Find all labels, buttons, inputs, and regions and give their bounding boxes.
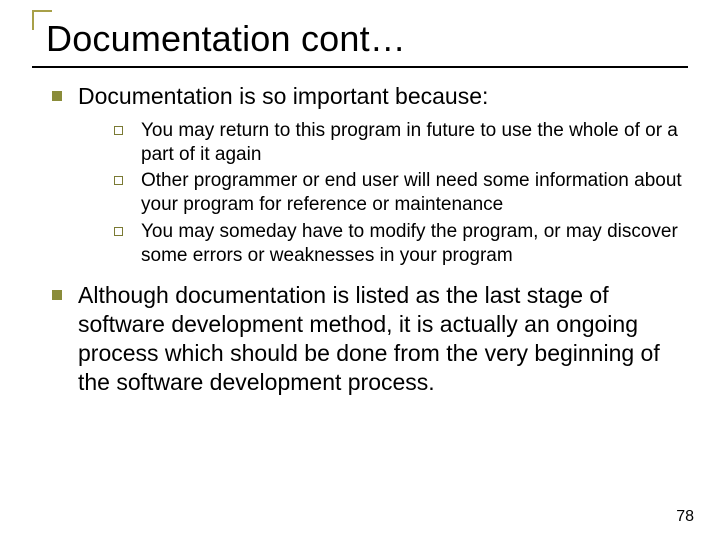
square-bullet-icon xyxy=(52,91,62,101)
sub-bullet-text: Other programmer or end user will need s… xyxy=(141,169,682,217)
bullet-level2: Other programmer or end user will need s… xyxy=(114,169,682,217)
bullet-level2: You may someday have to modify the progr… xyxy=(114,220,682,268)
slide: Documentation cont… Documentation is so … xyxy=(0,0,720,540)
bullet-level1: Although documentation is listed as the … xyxy=(52,281,682,396)
slide-body: Documentation is so important because: Y… xyxy=(32,82,688,396)
page-number: 78 xyxy=(676,508,694,526)
bullet-level2: You may return to this program in future… xyxy=(114,119,682,167)
open-square-bullet-icon xyxy=(114,227,123,236)
bullet-level1: Documentation is so important because: xyxy=(52,82,682,111)
sub-bullet-text: You may return to this program in future… xyxy=(141,119,682,167)
title-corner-accent xyxy=(32,10,52,30)
sub-bullet-list: You may return to this program in future… xyxy=(114,119,682,268)
bullet-text: Documentation is so important because: xyxy=(78,82,488,111)
slide-title: Documentation cont… xyxy=(46,18,688,60)
square-bullet-icon xyxy=(52,290,62,300)
title-container: Documentation cont… xyxy=(32,18,688,68)
sub-bullet-text: You may someday have to modify the progr… xyxy=(141,220,682,268)
open-square-bullet-icon xyxy=(114,126,123,135)
bullet-text: Although documentation is listed as the … xyxy=(78,281,682,396)
open-square-bullet-icon xyxy=(114,176,123,185)
